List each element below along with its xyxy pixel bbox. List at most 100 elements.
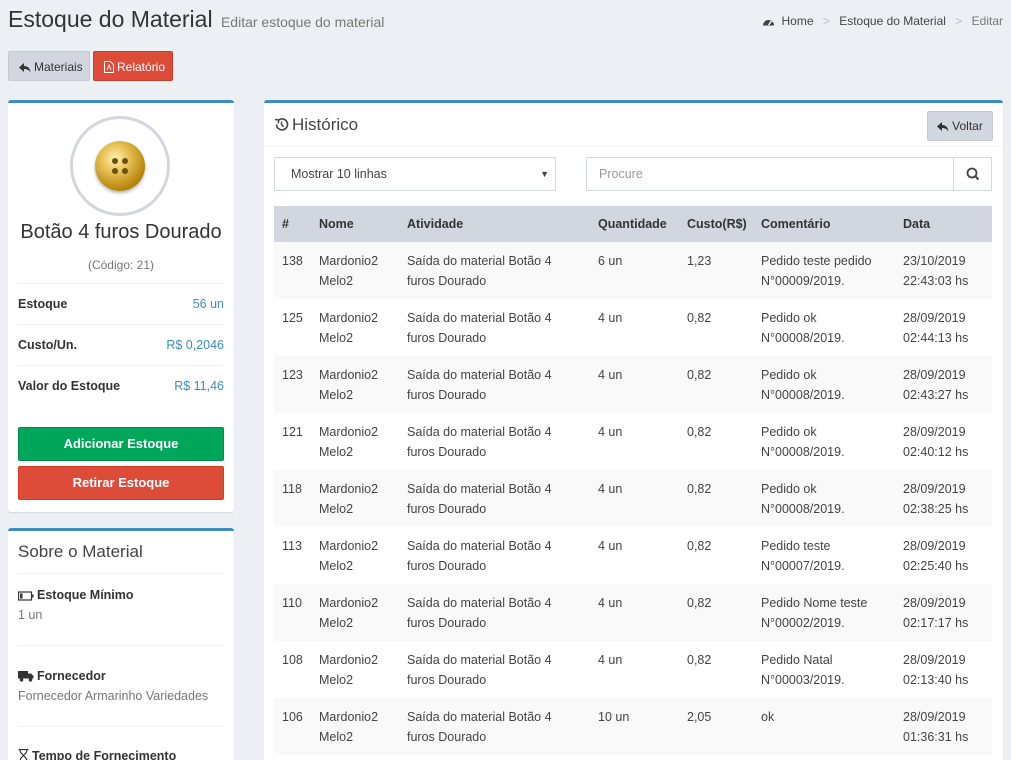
cell-data-text: 02:40:12 hs xyxy=(903,445,969,459)
cell-custo: 0,82 xyxy=(679,413,753,470)
cell-data: 28/09/2019 02:38:25 hs xyxy=(895,470,992,527)
cell-nome: Mardonio2 Melo2 xyxy=(311,698,399,755)
cell-data-text: 02:25:40 hs xyxy=(903,559,969,573)
cell-nome: Mardonio2 Melo2 xyxy=(311,470,399,527)
table-row[interactable]: 125 Mardonio2 Melo2 Saída do material Botão… xyxy=(274,299,992,356)
cell-nome: Mardonio2 Melo2 xyxy=(311,641,399,698)
cell-atividade-text: Saída do material Botão 4 xyxy=(407,596,552,610)
cell-quantidade: 4 un xyxy=(590,527,679,584)
search-input[interactable] xyxy=(587,158,953,190)
cell-nome-text: Melo2 xyxy=(319,445,354,459)
stat-value[interactable]: 56 un xyxy=(193,297,224,311)
cell-atividade-text: furos Dourado xyxy=(407,388,487,402)
cell-id: 113 xyxy=(274,527,311,584)
cell-id-text: 113 xyxy=(282,539,302,553)
reply-icon xyxy=(937,122,949,132)
cell-nome-text: Melo2 xyxy=(319,502,354,516)
materiais-button[interactable]: Materiais xyxy=(8,51,90,81)
divider xyxy=(18,645,224,646)
gold-button-image xyxy=(95,141,145,191)
cell-nome: Mardonio2 Melo2 xyxy=(311,527,399,584)
column-header[interactable]: Quantidade xyxy=(590,206,679,242)
cell-data-text: 28/09/2019 xyxy=(903,653,966,667)
table-row[interactable]: 113 Mardonio2 Melo2 Saída do material Botão… xyxy=(274,527,992,584)
search-box xyxy=(586,157,992,191)
retirar-estoque-button[interactable]: Retirar Estoque xyxy=(18,466,224,500)
cell-atividade: Saída do material Botão 4 furos Dourado xyxy=(399,527,590,584)
cell-comentario-text: Pedido ok xyxy=(761,368,817,382)
table-row[interactable]: 110 Mardonio2 Melo2 Saída do material Botão… xyxy=(274,584,992,641)
truck-icon xyxy=(18,671,34,682)
breadcrumb-home[interactable]: Home xyxy=(781,14,813,28)
breadcrumb-estoque[interactable]: Estoque do Material xyxy=(839,14,946,28)
cell-data-text: 02:44:13 hs xyxy=(903,331,969,345)
cell-nome: Mardonio2 Melo2 xyxy=(311,413,399,470)
cell-custo: 1,23 xyxy=(679,242,753,299)
cell-atividade-text: furos Dourado xyxy=(407,730,487,744)
table-row[interactable]: 123 Mardonio2 Melo2 Saída do material Botão… xyxy=(274,356,992,413)
material-avatar xyxy=(70,116,170,216)
cell-data-text: 02:13:40 hs xyxy=(903,673,969,687)
history-icon xyxy=(274,118,289,131)
table-row[interactable]: 138 Mardonio2 Melo2 Saída do material Botão… xyxy=(274,242,992,299)
cell-atividade-text: furos Dourado xyxy=(407,445,487,459)
adicionar-estoque-button[interactable]: Adicionar Estoque xyxy=(18,427,224,461)
table-row[interactable]: 121 Mardonio2 Melo2 Saída do material Botão… xyxy=(274,413,992,470)
cell-comentario-text: Pedido teste xyxy=(761,539,831,553)
column-header[interactable]: Nome xyxy=(311,206,399,242)
search-button[interactable] xyxy=(953,158,991,190)
cell-quantidade-text: 4 un xyxy=(598,311,623,325)
table-row[interactable]: 108 Mardonio2 Melo2 Saída do material Botão… xyxy=(274,641,992,698)
cell-comentario-text: N°00008/2019. xyxy=(761,502,845,516)
cell-comentario-text: N°00009/2019. xyxy=(761,274,845,288)
cell-custo: 2,05 xyxy=(679,698,753,755)
relatorio-button[interactable]: Relatório xyxy=(93,51,173,81)
rows-per-page-select[interactable]: Mostrar 10 linhas ▼ xyxy=(274,157,556,191)
cell-nome: Mardonio2 Melo2 xyxy=(311,584,399,641)
column-header[interactable]: Comentário xyxy=(753,206,895,242)
breadcrumb-current: Editar xyxy=(971,14,1003,28)
voltar-button[interactable]: Voltar xyxy=(927,111,993,141)
cell-quantidade: 4 un xyxy=(590,299,679,356)
sobre-material-box: Sobre o Material Estoque Mínimo 1 un For… xyxy=(8,528,234,760)
table-row[interactable]: 106 Mardonio2 Melo2 Saída do material Botão… xyxy=(274,698,992,755)
stat-value[interactable]: R$ 11,46 xyxy=(174,379,224,393)
cell-nome-text: Mardonio2 xyxy=(319,482,379,496)
cell-custo-text: 0,82 xyxy=(687,539,712,553)
cell-quantidade: 4 un xyxy=(590,584,679,641)
column-header[interactable]: Data xyxy=(895,206,992,242)
cell-comentario-text: Pedido ok xyxy=(761,425,817,439)
cell-id-text: 106 xyxy=(282,710,303,724)
cell-data: 28/09/2019 02:25:40 hs xyxy=(895,527,992,584)
page-subtitle: Editar estoque do material xyxy=(220,14,385,30)
stat-custo: Custo/Un. R$ 0,2046 xyxy=(18,324,224,365)
cell-data-text: 28/09/2019 xyxy=(903,482,966,496)
cell-atividade: Saída do material Botão 4 furos Dourado xyxy=(399,413,590,470)
cell-atividade: Saída do material Botão 4 furos Dourado xyxy=(399,356,590,413)
column-header[interactable]: Atividade xyxy=(399,206,590,242)
cell-comentario: Pedido ok N°00008/2019. xyxy=(753,413,895,470)
cell-nome-text: Mardonio2 xyxy=(319,311,379,325)
table-row[interactable]: 118 Mardonio2 Melo2 Saída do material Botão… xyxy=(274,470,992,527)
column-header[interactable]: Custo(R$) xyxy=(679,206,753,242)
cell-atividade: Saída do material Botão 4 furos Dourado xyxy=(399,470,590,527)
cell-atividade-text: furos Dourado xyxy=(407,502,487,516)
cell-comentario-text: Pedido ok xyxy=(761,482,817,496)
sobre-tempo-fornecimento-label: Tempo de Fornecimento xyxy=(18,749,176,760)
cell-quantidade-text: 4 un xyxy=(598,425,623,439)
cell-id-text: 125 xyxy=(282,311,303,325)
cell-atividade-text: furos Dourado xyxy=(407,274,487,288)
cell-quantidade-text: 10 un xyxy=(598,710,630,724)
cell-data-text: 02:43:27 hs xyxy=(903,388,969,402)
cell-quantidade: 4 un xyxy=(590,413,679,470)
stat-value[interactable]: R$ 0,2046 xyxy=(166,338,224,352)
column-header[interactable]: # xyxy=(274,206,311,242)
cell-nome: Mardonio2 Melo2 xyxy=(311,356,399,413)
cell-quantidade: 4 un xyxy=(590,641,679,698)
cell-comentario: Pedido teste N°00007/2019. xyxy=(753,527,895,584)
relatorio-label: Relatório xyxy=(117,60,166,74)
cell-custo-text: 0,82 xyxy=(687,425,712,439)
cell-id: 121 xyxy=(274,413,311,470)
cell-id: 123 xyxy=(274,356,311,413)
stat-valor: Valor do Estoque R$ 11,46 xyxy=(18,365,224,406)
